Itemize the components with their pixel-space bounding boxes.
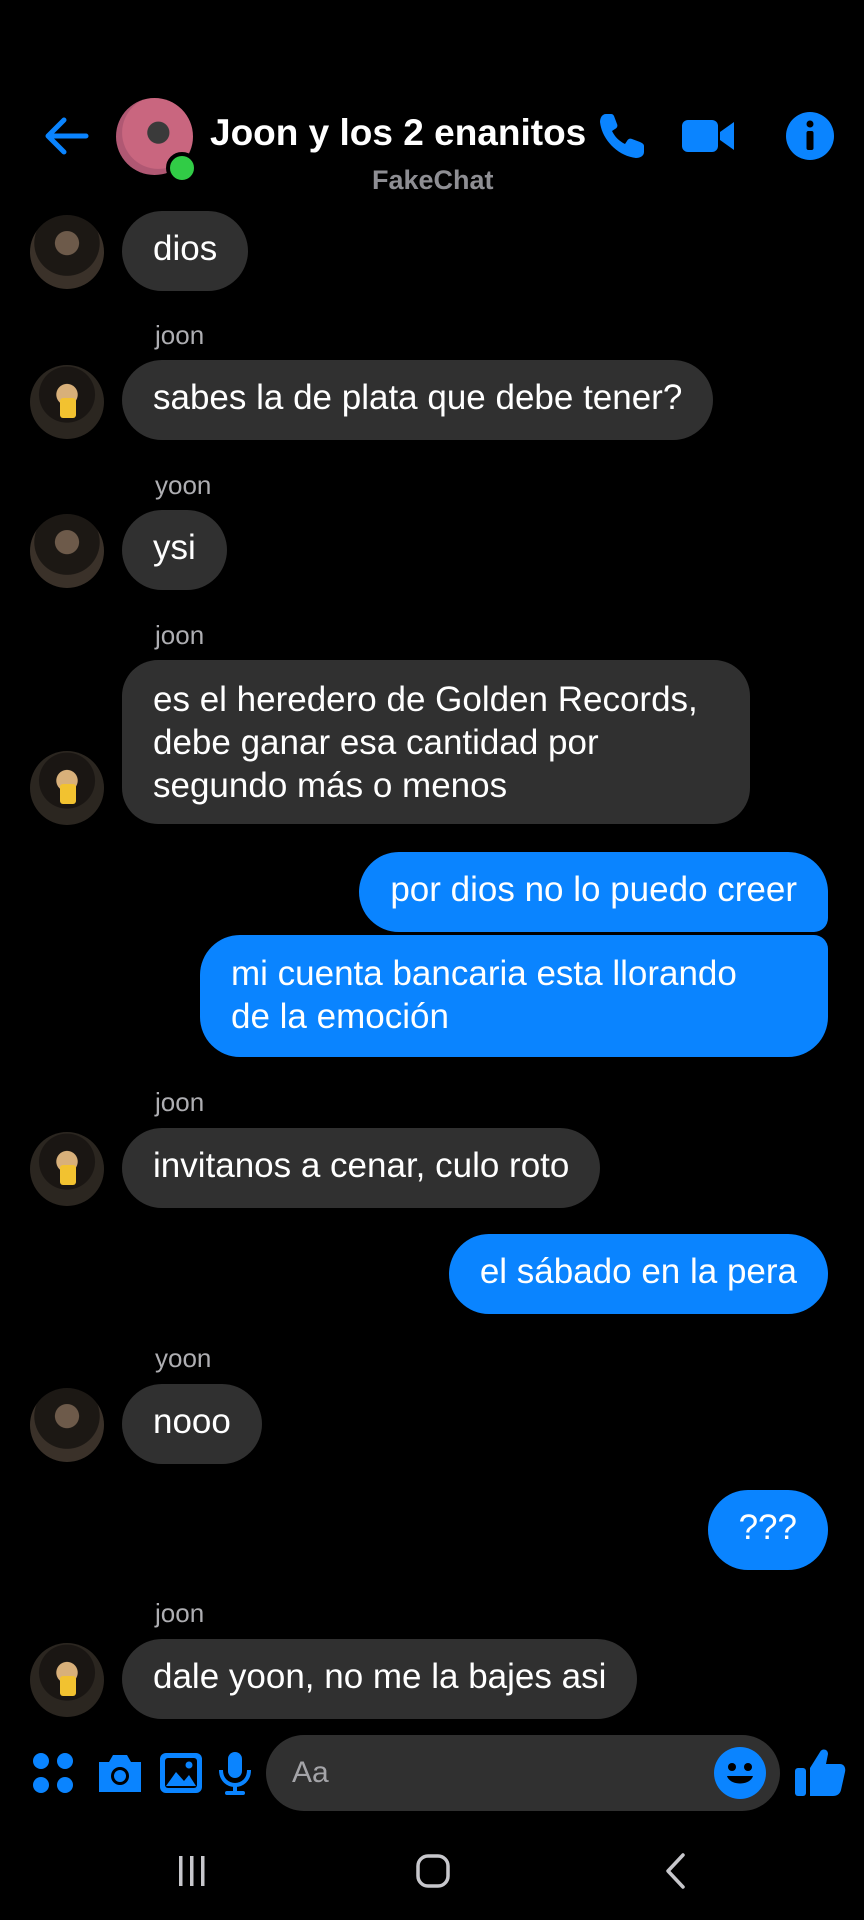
avatar[interactable] [30, 365, 104, 439]
home-icon[interactable] [408, 1846, 458, 1896]
message-input[interactable]: Aa [266, 1735, 780, 1811]
message-bubble-incoming[interactable]: invitanos a cenar, culo roto [122, 1128, 601, 1208]
avatar[interactable] [30, 1132, 104, 1206]
info-icon[interactable] [782, 108, 838, 164]
chat-title[interactable]: Joon y los 2 enanitos [210, 112, 586, 154]
message-bubble-outgoing[interactable]: mi cuenta bancaria esta llorando de la e… [200, 935, 828, 1057]
back-nav-icon[interactable] [651, 1846, 701, 1896]
arrow-left-icon[interactable] [38, 108, 94, 164]
avatar[interactable] [30, 1388, 104, 1462]
recent-apps-icon[interactable] [167, 1846, 217, 1896]
message-bubble-incoming[interactable]: dios [122, 211, 249, 291]
gallery-icon[interactable] [156, 1748, 206, 1798]
camera-icon[interactable] [95, 1748, 145, 1798]
phone-icon[interactable] [594, 108, 650, 164]
online-status-dot [166, 152, 198, 184]
avatar[interactable] [30, 751, 104, 825]
message-bubble-incoming[interactable]: dale yoon, no me la bajes asi [122, 1639, 638, 1719]
message-line: de la emoción [231, 997, 449, 1036]
message-bubble-outgoing[interactable]: el sábado en la pera [448, 1234, 828, 1314]
message-bubble-incoming[interactable]: nooo [122, 1384, 262, 1464]
apps-grid-icon[interactable] [28, 1748, 78, 1798]
sender-name: yoon [155, 470, 212, 500]
avatar[interactable] [30, 514, 104, 588]
sender-name: joon [155, 1598, 205, 1628]
message-bubble-incoming[interactable]: es el heredero de Golden Records, debe g… [122, 660, 750, 824]
avatar[interactable] [30, 215, 104, 289]
sender-name: joon [155, 620, 205, 650]
sender-name: yoon [155, 1343, 212, 1373]
message-line: es el heredero de Golden Records, [153, 680, 698, 719]
avatar[interactable] [30, 1643, 104, 1717]
message-bubble-outgoing[interactable]: por dios no lo puedo creer [359, 852, 828, 932]
chat-header: Joon y los 2 enanitos FakeChat [0, 0, 864, 205]
message-line: segundo más o menos [153, 766, 508, 805]
message-line: debe ganar esa cantidad por [153, 723, 599, 762]
message-bubble-outgoing[interactable]: ??? [707, 1490, 828, 1570]
message-line: mi cuenta bancaria esta llorando [231, 954, 737, 993]
emoji-icon[interactable] [712, 1745, 768, 1801]
video-camera-icon[interactable] [680, 108, 736, 164]
thumbs-up-icon[interactable] [792, 1744, 848, 1800]
message-bubble-incoming[interactable]: ysi [122, 510, 227, 590]
sender-name: joon [155, 1087, 205, 1117]
microphone-icon[interactable] [210, 1748, 260, 1798]
sender-name: joon [155, 320, 205, 350]
chat-subtitle: FakeChat [372, 165, 494, 195]
message-bubble-incoming[interactable]: sabes la de plata que debe tener? [122, 360, 714, 440]
